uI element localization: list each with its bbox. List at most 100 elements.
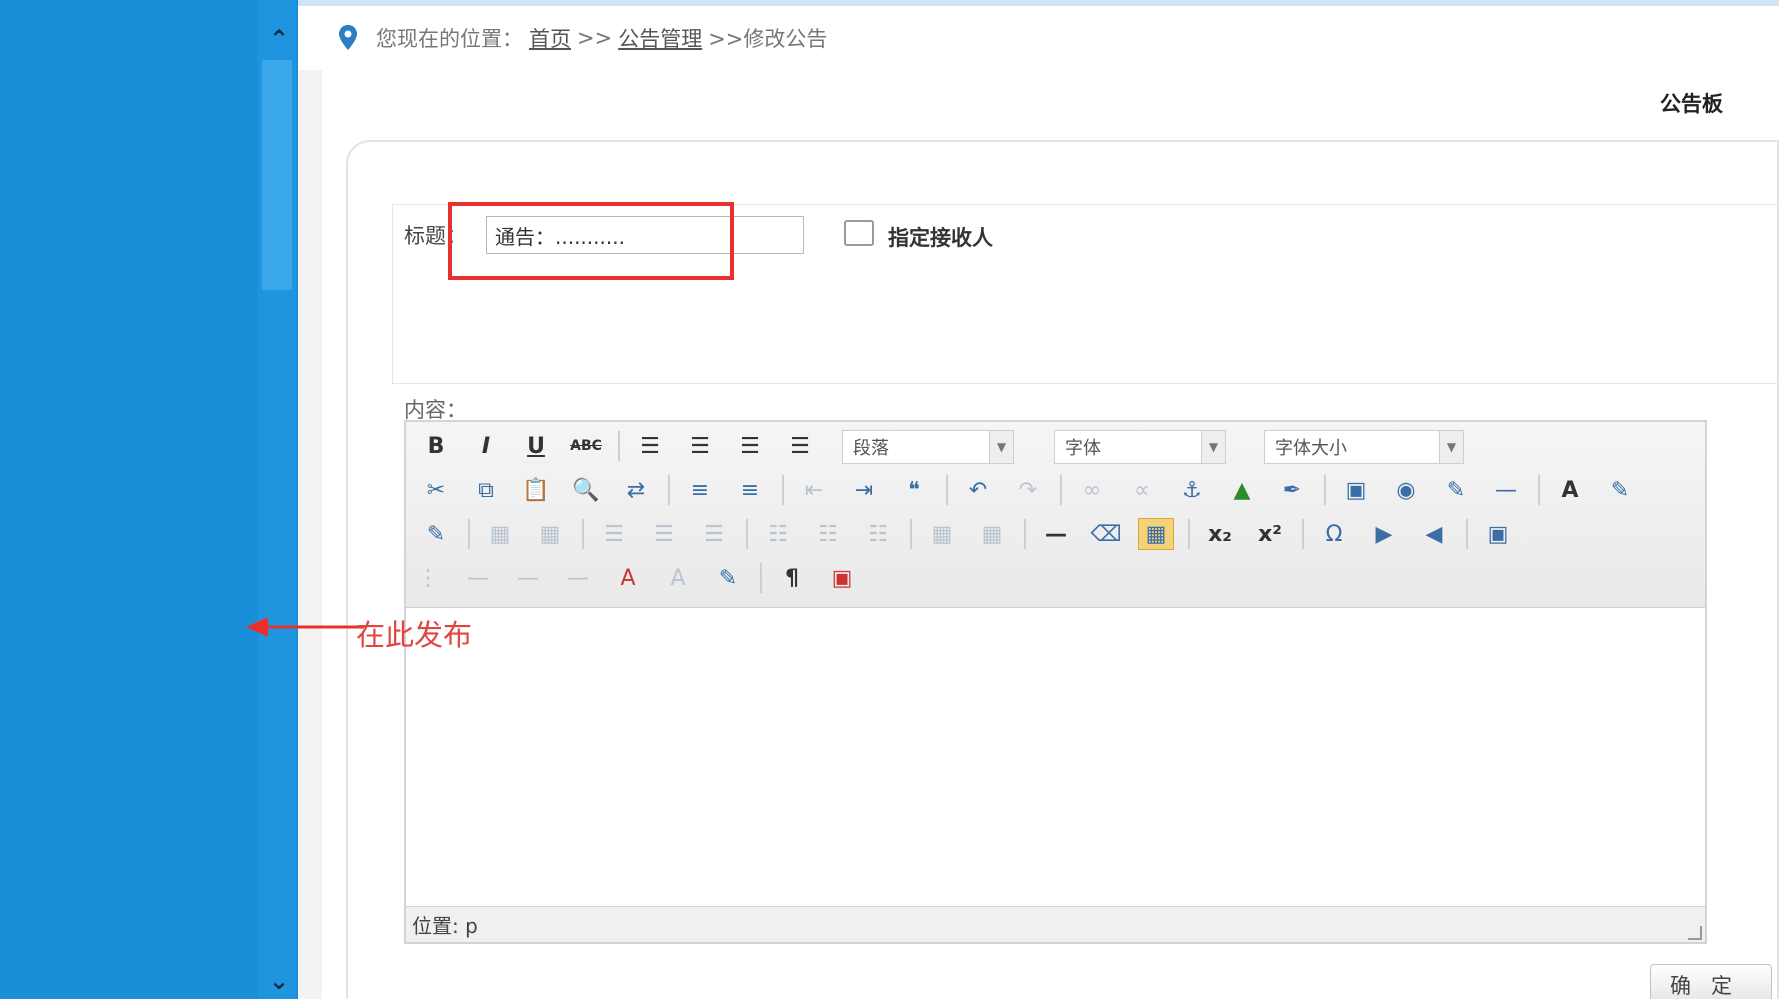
font-size-select[interactable]: 字体大小 ▼ bbox=[1264, 430, 1464, 464]
special-char-icon[interactable]: Ω bbox=[1316, 518, 1352, 550]
toolbar-separator bbox=[910, 519, 912, 549]
font-family-select[interactable]: 字体 ▼ bbox=[1054, 430, 1226, 464]
html-source-icon[interactable]: ▣ bbox=[1338, 474, 1374, 506]
editor-content-area[interactable] bbox=[406, 610, 1705, 906]
merge-cells-icon[interactable]: ▦ bbox=[974, 518, 1010, 550]
paste-icon[interactable]: 📋 bbox=[518, 474, 554, 506]
outdent-icon[interactable]: ⇤ bbox=[796, 474, 832, 506]
chevron-down-icon: ▼ bbox=[1439, 431, 1463, 463]
breadcrumb-home-link[interactable]: 首页 bbox=[529, 23, 571, 53]
editor-path: 位置: p bbox=[412, 914, 478, 938]
move-backward-icon[interactable]: — bbox=[560, 562, 596, 594]
blockquote-icon[interactable]: ❝ bbox=[896, 474, 932, 506]
toolbar-separator bbox=[946, 475, 948, 505]
toolbar-separator bbox=[746, 519, 748, 549]
insert-col-before-icon[interactable]: ☷ bbox=[760, 518, 796, 550]
underline-icon[interactable]: U bbox=[518, 430, 554, 462]
fullscreen-icon[interactable]: ▣ bbox=[1480, 518, 1516, 550]
insert-row-before-icon[interactable]: ☰ bbox=[596, 518, 632, 550]
absolute-icon[interactable]: A bbox=[660, 562, 696, 594]
delete-col-icon[interactable]: ☷ bbox=[860, 518, 896, 550]
confirm-button[interactable]: 确定 bbox=[1650, 964, 1772, 999]
text-color-icon[interactable]: A bbox=[1552, 474, 1588, 506]
bullet-list-icon[interactable]: ≡ bbox=[682, 474, 718, 506]
insert-table-icon[interactable]: ▦ bbox=[1138, 518, 1174, 550]
copy-icon[interactable]: ⧉ bbox=[468, 474, 504, 506]
help-icon[interactable]: ◉ bbox=[1388, 474, 1424, 506]
font-size-select-value: 字体大小 bbox=[1275, 438, 1347, 459]
delete-row-icon[interactable]: ☰ bbox=[696, 518, 732, 550]
ltr-icon[interactable]: ▶ bbox=[1366, 518, 1402, 550]
indent-icon[interactable]: ⇥ bbox=[846, 474, 882, 506]
resize-grip-icon[interactable] bbox=[1688, 926, 1702, 940]
numbered-list-icon[interactable]: ≡ bbox=[732, 474, 768, 506]
location-pin-icon bbox=[339, 25, 357, 50]
board-title: 公告板 bbox=[1660, 92, 1723, 116]
title-highlight-box bbox=[448, 202, 734, 280]
style-props-icon[interactable]: A bbox=[610, 562, 646, 594]
toolbar-separator bbox=[782, 475, 784, 505]
attributes-icon[interactable]: ✎ bbox=[710, 562, 746, 594]
chevron-down-icon: ▼ bbox=[989, 431, 1013, 463]
image-icon[interactable]: ▲ bbox=[1224, 474, 1260, 506]
toolbar-separator bbox=[582, 519, 584, 549]
layer-icon[interactable]: — bbox=[460, 562, 496, 594]
toolbar-separator bbox=[1324, 475, 1326, 505]
annotation-text: 在此发布 bbox=[356, 618, 473, 652]
eraser-icon[interactable]: ⌫ bbox=[1088, 518, 1124, 550]
edit-icon[interactable]: ✎ bbox=[418, 518, 454, 550]
anchor-icon[interactable]: ⚓ bbox=[1174, 474, 1210, 506]
split-cells-icon[interactable]: ▦ bbox=[924, 518, 960, 550]
visual-aid-icon[interactable]: ▣ bbox=[824, 562, 860, 594]
scroll-up-icon[interactable]: ⌃ bbox=[264, 26, 294, 52]
hr-line-icon[interactable]: — bbox=[1038, 518, 1074, 550]
drag-handle-icon: ⋮ bbox=[417, 565, 439, 591]
align-left-icon[interactable]: ☰ bbox=[632, 430, 668, 462]
sidebar-scroll-thumb[interactable] bbox=[262, 60, 292, 290]
specify-recipient-label[interactable]: 指定接收人 bbox=[888, 222, 993, 252]
cut-icon[interactable]: ✂ bbox=[418, 474, 454, 506]
align-center-icon[interactable]: ☰ bbox=[682, 430, 718, 462]
breadcrumb-current: >>修改公告 bbox=[708, 27, 828, 51]
bold-icon[interactable]: B bbox=[418, 430, 454, 462]
toolbar-separator bbox=[618, 431, 620, 461]
strikethrough-icon[interactable]: ABC bbox=[568, 430, 604, 462]
redo-icon[interactable]: ↷ bbox=[1010, 474, 1046, 506]
insert-row-after-icon[interactable]: ☰ bbox=[646, 518, 682, 550]
align-justify-icon[interactable]: ☰ bbox=[782, 430, 818, 462]
cleanup-icon[interactable]: ✒ bbox=[1274, 474, 1310, 506]
breadcrumb-prefix: 您现在的位置： bbox=[376, 27, 523, 51]
show-blocks-icon[interactable]: ¶ bbox=[774, 562, 810, 594]
find-icon[interactable]: 🔍 bbox=[568, 474, 604, 506]
toolbar-separator bbox=[1024, 519, 1026, 549]
sidebar bbox=[0, 0, 298, 999]
scroll-down-icon[interactable]: ⌄ bbox=[264, 968, 294, 994]
superscript-icon[interactable]: x² bbox=[1252, 518, 1288, 550]
background-color-icon[interactable]: ✎ bbox=[1602, 474, 1638, 506]
rtl-icon[interactable]: ◀ bbox=[1416, 518, 1452, 550]
undo-icon[interactable]: ↶ bbox=[960, 474, 996, 506]
breadcrumb-section-link[interactable]: 公告管理 bbox=[618, 23, 702, 53]
toolbar-row-1: B I U ABC ☰ ☰ ☰ ☰ bbox=[418, 428, 832, 464]
move-forward-icon[interactable]: — bbox=[510, 562, 546, 594]
chevron-down-icon: ▼ bbox=[1201, 431, 1225, 463]
content-gutter bbox=[298, 70, 322, 999]
breadcrumb-separator: >> bbox=[577, 26, 613, 50]
insert-col-after-icon[interactable]: ☷ bbox=[810, 518, 846, 550]
unlink-icon[interactable]: ∝ bbox=[1124, 474, 1160, 506]
specify-recipient-checkbox[interactable] bbox=[844, 220, 874, 246]
italic-icon[interactable]: I bbox=[468, 430, 504, 462]
subscript-icon[interactable]: x₂ bbox=[1202, 518, 1238, 550]
table-cell-icon[interactable]: ▦ bbox=[532, 518, 568, 550]
toolbar-separator bbox=[760, 563, 762, 593]
editor-statusbar: 位置: p bbox=[406, 906, 1705, 942]
link-icon[interactable]: ∞ bbox=[1074, 474, 1110, 506]
horizontal-rule-icon[interactable]: — bbox=[1488, 474, 1524, 506]
insert-date-icon[interactable]: ✎ bbox=[1438, 474, 1474, 506]
paragraph-select[interactable]: 段落 ▼ bbox=[842, 430, 1014, 464]
toolbar-separator bbox=[1302, 519, 1304, 549]
table-row-icon[interactable]: ▦ bbox=[482, 518, 518, 550]
replace-icon[interactable]: ⇄ bbox=[618, 474, 654, 506]
align-right-icon[interactable]: ☰ bbox=[732, 430, 768, 462]
toolbar-row-4: ⋮ — — — A A ✎ ¶ ▣ bbox=[410, 560, 874, 596]
